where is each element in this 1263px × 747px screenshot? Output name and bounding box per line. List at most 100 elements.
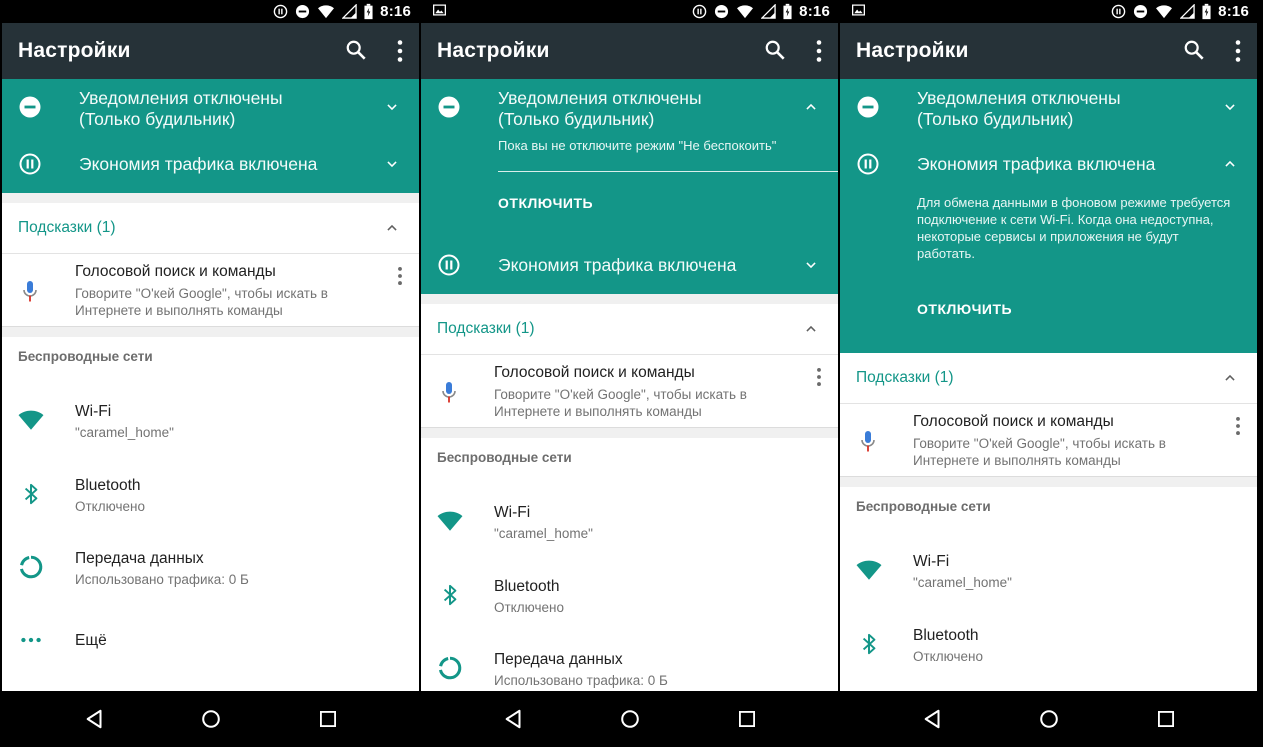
overflow-menu-icon[interactable] — [814, 39, 824, 63]
settings-screen-2: 8:16 Настройки Уведомления отключены (То… — [421, 0, 838, 747]
search-icon[interactable] — [764, 39, 786, 61]
condition-dnd-summary: Пока вы не отключите режим "Не беспокоит… — [498, 138, 777, 153]
tile-bluetooth[interactable]: Bluetooth Отключено — [421, 551, 838, 624]
tile-wifi[interactable]: Wi-Fi "caramel_home" — [421, 478, 838, 551]
suggestion-subtitle-1: Говорите "О'кей Google", чтобы искать в — [75, 286, 328, 301]
suggestion-voice-search[interactable]: Голосовой поиск и команды Говорите "О'ке… — [2, 254, 419, 327]
image-notification-icon — [433, 4, 446, 16]
suggestion-menu-icon[interactable] — [1235, 416, 1241, 436]
settings-screen-1: 8:16 Настройки Уведомления отключены (То… — [2, 0, 419, 747]
recents-icon[interactable] — [1156, 709, 1176, 729]
chevron-up-icon[interactable] — [385, 221, 399, 235]
search-icon[interactable] — [1183, 39, 1205, 61]
chevron-up-icon[interactable] — [804, 322, 818, 336]
minus-circle-icon — [437, 95, 461, 119]
page-title: Настройки — [18, 39, 131, 62]
minus-status-icon — [295, 4, 310, 19]
tile-bluetooth-summary: Отключено — [75, 499, 145, 514]
home-icon[interactable] — [1038, 708, 1060, 730]
chevron-down-icon[interactable] — [385, 157, 399, 171]
overflow-menu-icon[interactable] — [1233, 39, 1243, 63]
condition-datasaver[interactable]: Экономия трафика включена — [2, 137, 419, 193]
tile-wifi[interactable]: Wi-Fi "caramel_home" — [840, 527, 1257, 600]
condition-dnd[interactable]: Уведомления отключены (Только будильник) — [840, 79, 1257, 137]
chevron-up-icon[interactable] — [1223, 157, 1237, 171]
search-icon[interactable] — [345, 39, 367, 61]
recents-icon[interactable] — [318, 709, 338, 729]
divider — [421, 428, 838, 438]
tile-bluetooth[interactable]: Bluetooth Отключено — [840, 600, 1257, 673]
battery-icon — [783, 3, 792, 20]
condition-datasaver[interactable]: Экономия трафика включена — [421, 237, 838, 294]
chevron-down-icon[interactable] — [804, 258, 818, 272]
tile-wifi-summary: "caramel_home" — [494, 526, 593, 541]
chevron-up-icon[interactable] — [804, 100, 818, 114]
suggestion-title: Голосовой поиск и команды — [913, 413, 1114, 430]
chevron-down-icon[interactable] — [1223, 100, 1237, 114]
wifi-status-icon — [317, 4, 335, 19]
divider — [2, 327, 419, 337]
chevron-down-icon[interactable] — [385, 100, 399, 114]
dnd-status-icon — [273, 4, 288, 19]
suggestions-header[interactable]: Подсказки (1) — [2, 203, 419, 254]
bluetooth-icon — [437, 582, 463, 608]
condition-dnd[interactable]: Уведомления отключены (Только будильник) — [2, 79, 419, 137]
signal-icon — [761, 4, 776, 19]
condition-cards: Уведомления отключены (Только будильник)… — [421, 79, 838, 294]
tile-bluetooth-summary: Отключено — [494, 600, 564, 615]
app-bar: Настройки — [840, 23, 1257, 79]
app-bar: Настройки — [421, 23, 838, 79]
pause-circle-icon — [18, 152, 42, 176]
suggestion-title: Голосовой поиск и команды — [494, 364, 695, 381]
suggestions-header[interactable]: Подсказки (1) — [840, 353, 1257, 404]
minus-status-icon — [1133, 4, 1148, 19]
back-icon[interactable] — [922, 708, 944, 730]
data-usage-icon — [18, 554, 44, 580]
navigation-bar — [421, 691, 838, 747]
recents-icon[interactable] — [737, 709, 757, 729]
disable-dnd-button[interactable]: ОТКЛЮЧИТЬ — [498, 195, 593, 211]
suggestion-voice-search[interactable]: Голосовой поиск и команды Говорите "О'ке… — [421, 355, 838, 428]
condition-datasaver-expanded[interactable]: Экономия трафика включена Для обмена дан… — [840, 137, 1257, 353]
status-time: 8:16 — [799, 3, 830, 20]
divider — [421, 294, 838, 304]
overflow-menu-icon[interactable] — [395, 39, 405, 63]
suggestion-voice-search[interactable]: Голосовой поиск и команды Говорите "О'ке… — [840, 404, 1257, 477]
suggestion-subtitle-2: Интернете и выполнять команды — [75, 303, 283, 318]
data-usage-icon — [437, 655, 463, 681]
tile-bluetooth-title: Bluetooth — [913, 627, 979, 644]
condition-dnd-title-2: (Только будильник) — [498, 109, 655, 129]
tile-data-usage[interactable]: Передача данных Использовано трафика: 0 … — [2, 523, 419, 596]
minus-circle-icon — [856, 95, 880, 119]
tile-wifi[interactable]: Wi-Fi "caramel_home" — [2, 377, 419, 450]
suggestion-menu-icon[interactable] — [816, 367, 822, 387]
condition-dnd-title-1: Уведомления отключены — [498, 88, 702, 108]
signal-icon — [1180, 4, 1195, 19]
condition-dnd-title-2: (Только будильник) — [917, 109, 1074, 129]
status-bar: 8:16 — [840, 0, 1257, 23]
condition-cards: Уведомления отключены (Только будильник)… — [2, 79, 419, 193]
settings-screen-3: 8:16 Настройки Уведомления отключены (То… — [840, 0, 1257, 747]
battery-icon — [364, 3, 373, 20]
home-icon[interactable] — [200, 708, 222, 730]
suggestions-header[interactable]: Подсказки (1) — [421, 304, 838, 355]
tile-more[interactable]: Ещё — [2, 596, 419, 669]
divider — [840, 477, 1257, 487]
condition-dnd-expanded[interactable]: Уведомления отключены (Только будильник)… — [421, 79, 838, 237]
page-title: Настройки — [856, 39, 969, 62]
home-icon[interactable] — [619, 708, 641, 730]
wifi-icon — [856, 557, 882, 583]
navigation-bar — [840, 691, 1257, 747]
tile-data-usage[interactable]: Передача данных Использовано трафика: 0 … — [421, 624, 838, 697]
suggestion-title: Голосовой поиск и команды — [75, 263, 276, 280]
tile-more-title: Ещё — [75, 632, 107, 649]
disable-datasaver-button[interactable]: ОТКЛЮЧИТЬ — [917, 301, 1012, 317]
suggestions-title: Подсказки (1) — [18, 219, 116, 236]
suggestion-menu-icon[interactable] — [397, 266, 403, 286]
back-icon[interactable] — [84, 708, 106, 730]
tile-bluetooth[interactable]: Bluetooth Отключено — [2, 450, 419, 523]
chevron-up-icon[interactable] — [1223, 371, 1237, 385]
back-icon[interactable] — [503, 708, 525, 730]
status-time: 8:16 — [1218, 3, 1249, 20]
condition-datasaver-title: Экономия трафика включена — [498, 255, 737, 275]
